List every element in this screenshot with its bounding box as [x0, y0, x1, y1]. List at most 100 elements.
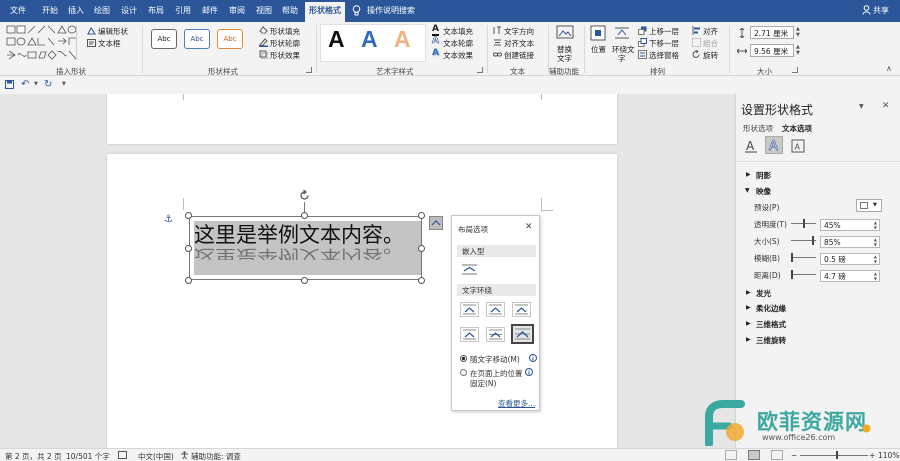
- shape-style-preset-1[interactable]: Abc: [151, 29, 177, 49]
- info-icon[interactable]: [529, 354, 537, 362]
- shape-styles-dialog-launcher[interactable]: [306, 67, 312, 73]
- pane-options-dropdown-icon[interactable]: ▼: [859, 103, 864, 110]
- distance-slider[interactable]: [791, 274, 816, 275]
- close-icon[interactable]: ✕: [525, 222, 533, 232]
- zoom-slider-thumb[interactable]: [836, 451, 838, 459]
- tab-view[interactable]: 视图: [256, 5, 272, 16]
- text-effects-tab-icon[interactable]: A: [765, 136, 783, 154]
- tab-draw[interactable]: 绘图: [94, 5, 110, 16]
- wrap-top-bottom-icon[interactable]: [460, 327, 479, 342]
- preset-dropdown[interactable]: ▼: [856, 199, 882, 212]
- distance-slider-thumb[interactable]: [791, 270, 793, 279]
- transparency-input[interactable]: 45% ▲ ▼: [820, 219, 880, 231]
- text-box-button[interactable]: 文本框: [98, 38, 121, 49]
- undo-dropdown-icon[interactable]: ▼: [34, 81, 38, 87]
- zoom-slider[interactable]: [800, 455, 868, 456]
- rotate-button[interactable]: 旋转: [703, 50, 718, 61]
- blur-input[interactable]: 0.5 磅 ▲ ▼: [820, 253, 880, 265]
- wrap-inline-icon[interactable]: [460, 262, 479, 277]
- distance-input[interactable]: 4.7 磅 ▲ ▼: [820, 270, 880, 282]
- read-mode-icon[interactable]: [725, 450, 737, 460]
- rotation-3d-section[interactable]: 三维旋转: [756, 335, 786, 346]
- zoom-in-button[interactable]: +: [869, 451, 875, 460]
- reflection-section[interactable]: 映像: [756, 186, 771, 197]
- bring-forward-button[interactable]: 上移一层: [649, 26, 679, 37]
- undo-icon[interactable]: ↶: [21, 79, 29, 90]
- tab-help[interactable]: 帮助: [282, 5, 298, 16]
- text-fill-outline-icon[interactable]: A: [744, 139, 758, 153]
- shapes-gallery[interactable]: [6, 25, 82, 61]
- tab-design[interactable]: 设计: [121, 5, 137, 16]
- shape-height-input[interactable]: 2.71 厘米: [750, 26, 794, 39]
- height-spinner-icon[interactable]: ▲ ▼: [796, 26, 804, 39]
- size-slider-thumb[interactable]: [812, 236, 814, 245]
- text-outline-button[interactable]: 文本轮廓: [443, 38, 473, 49]
- resize-handle[interactable]: [301, 277, 308, 284]
- pane-close-icon[interactable]: ✕: [882, 101, 890, 111]
- radio-fix-position[interactable]: [460, 369, 467, 376]
- wordart-dialog-launcher[interactable]: [477, 67, 483, 73]
- wordart-style-black[interactable]: A: [328, 25, 345, 53]
- print-layout-icon[interactable]: [748, 450, 760, 460]
- align-button[interactable]: 对齐: [703, 26, 718, 37]
- web-layout-icon[interactable]: [771, 450, 783, 460]
- wrap-text-button-line2[interactable]: 字: [618, 53, 626, 64]
- glow-expand-icon[interactable]: ▶: [746, 289, 751, 296]
- shape-style-preset-2[interactable]: Abc: [184, 29, 210, 49]
- see-more-link[interactable]: 查看更多...: [498, 398, 535, 409]
- create-link-button[interactable]: 创建链接: [504, 50, 534, 61]
- language-indicator[interactable]: 中文(中国): [138, 451, 174, 461]
- wrap-through-icon[interactable]: [512, 302, 531, 317]
- wordart-style-blue[interactable]: A: [361, 25, 378, 53]
- resize-handle[interactable]: [418, 277, 425, 284]
- resize-handle[interactable]: [185, 245, 192, 252]
- rotate-handle-icon[interactable]: [298, 189, 311, 202]
- resize-handle[interactable]: [301, 212, 308, 219]
- edit-shape-button[interactable]: 编辑形状: [98, 26, 128, 37]
- textbox-layout-icon[interactable]: A: [791, 139, 805, 153]
- text-box-shape[interactable]: 这里是举例文本内容。 这里是举例文本内容。: [189, 216, 422, 280]
- collapse-ribbon-icon[interactable]: ∧: [886, 64, 892, 73]
- resize-handle[interactable]: [418, 245, 425, 252]
- width-spinner-icon[interactable]: ▲ ▼: [796, 44, 804, 57]
- position-button[interactable]: 位置: [591, 44, 606, 55]
- resize-handle[interactable]: [185, 277, 192, 284]
- format-3d-section[interactable]: 三维格式: [756, 319, 786, 330]
- transparency-slider-thumb[interactable]: [803, 219, 805, 228]
- save-icon[interactable]: [5, 80, 14, 89]
- customize-qat-icon[interactable]: ▼: [62, 81, 66, 87]
- soft-edges-expand-icon[interactable]: ▶: [746, 304, 751, 311]
- proofing-icon[interactable]: [118, 451, 127, 459]
- soft-edges-section[interactable]: 柔化边缘: [756, 303, 786, 314]
- tab-file[interactable]: 文件: [10, 5, 26, 16]
- selection-pane-button[interactable]: 选择窗格: [649, 50, 679, 61]
- size-dialog-launcher[interactable]: [792, 67, 798, 73]
- info-icon[interactable]: [525, 368, 533, 376]
- tab-references[interactable]: 引用: [175, 5, 191, 16]
- text-direction-button[interactable]: 文字方向: [504, 26, 534, 37]
- tab-layout[interactable]: 布局: [148, 5, 164, 16]
- align-text-button[interactable]: 对齐文本: [504, 38, 534, 49]
- resize-handle[interactable]: [185, 212, 192, 219]
- wrap-behind-text-icon[interactable]: [486, 327, 505, 342]
- format-3d-expand-icon[interactable]: ▶: [746, 320, 751, 327]
- shape-outline-button[interactable]: 形状轮廓: [270, 38, 300, 49]
- text-fill-button[interactable]: 文本填充: [443, 26, 473, 37]
- text-box-content[interactable]: 这里是举例文本内容。: [194, 222, 404, 248]
- tab-shape-options[interactable]: 形状选项: [743, 123, 773, 134]
- shape-fill-button[interactable]: 形状填充: [270, 26, 300, 37]
- tab-mailings[interactable]: 邮件: [202, 5, 218, 16]
- shape-style-preset-3[interactable]: Abc: [217, 29, 243, 49]
- resize-handle[interactable]: [418, 212, 425, 219]
- shapes-gallery-scroll[interactable]: [76, 26, 82, 60]
- share-button[interactable]: 共享: [873, 5, 889, 16]
- blur-slider-thumb[interactable]: [791, 253, 793, 262]
- wrap-tight-icon[interactable]: [486, 302, 505, 317]
- zoom-out-button[interactable]: −: [791, 451, 797, 460]
- wrap-square-icon[interactable]: [460, 302, 479, 317]
- tab-review[interactable]: 审阅: [229, 5, 245, 16]
- redo-icon[interactable]: ↻: [44, 79, 52, 90]
- zoom-level[interactable]: 110%: [878, 451, 899, 460]
- shape-width-input[interactable]: 9.56 厘米: [750, 44, 794, 57]
- tab-home[interactable]: 开始: [42, 5, 58, 16]
